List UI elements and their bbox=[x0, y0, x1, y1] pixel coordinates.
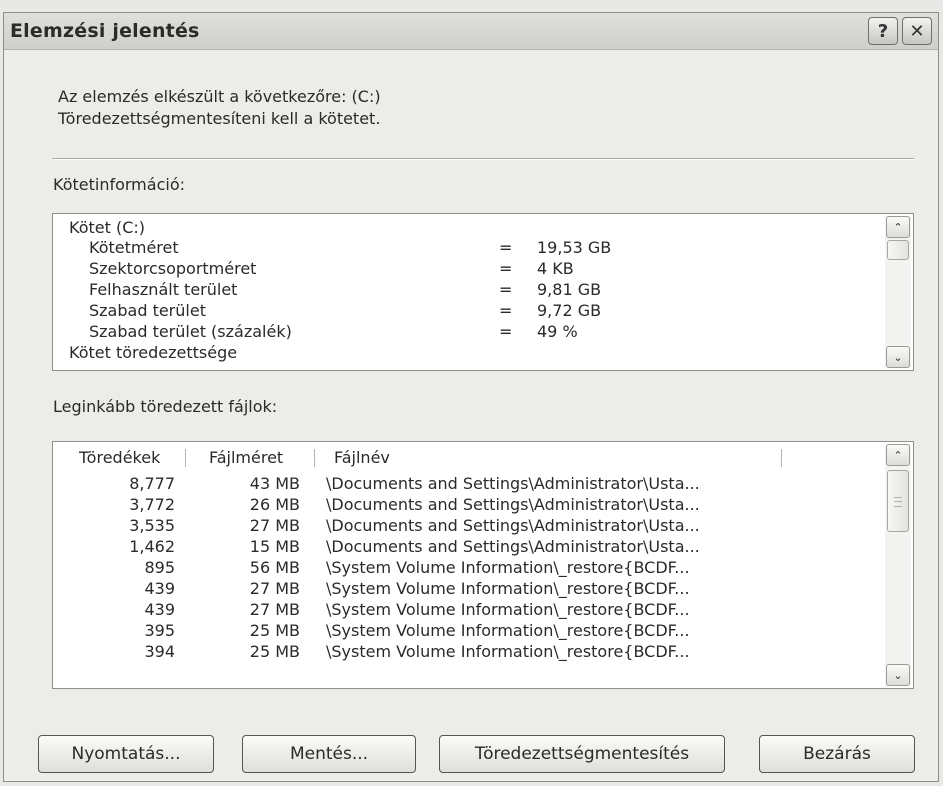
help-icon: ? bbox=[877, 20, 889, 42]
scroll-down-button[interactable]: ⌄ bbox=[886, 664, 910, 686]
fragmented-files-label: Leginkább töredezett fájlok: bbox=[53, 397, 278, 416]
fragments-cell: 1,462 bbox=[129, 537, 175, 556]
analysis-report-dialog: Elemzési jelentés ? ✕ Az elemzés elkészü… bbox=[3, 12, 939, 782]
scroll-up-button[interactable]: ⌃ bbox=[886, 216, 910, 238]
filesize-cell: 25 MB bbox=[249, 621, 300, 640]
filesize-cell: 43 MB bbox=[249, 474, 300, 493]
status-message-line1: Az elemzés elkészült a következőre: (C:) bbox=[58, 87, 381, 106]
filename-cell: \System Volume Information\_restore{BCDF… bbox=[326, 600, 690, 619]
column-header-fragments[interactable]: Töredékek bbox=[79, 444, 160, 472]
fragments-cell: 439 bbox=[144, 600, 175, 619]
filesize-cell: 27 MB bbox=[249, 600, 300, 619]
file-row[interactable]: 1,462 15 MB \Documents and Settings\Admi… bbox=[53, 537, 883, 558]
close-window-button[interactable]: ✕ bbox=[902, 17, 932, 45]
volume-row-eq: = bbox=[499, 280, 513, 299]
filesize-cell: 27 MB bbox=[249, 579, 300, 598]
fragmented-files-list[interactable]: Töredékek Fájlméret Fájlnév 8,777 43 MB … bbox=[52, 441, 914, 689]
volume-info-list[interactable]: Kötet (C:) Kötetméret = 19,53 GB Szektor… bbox=[52, 213, 914, 371]
filesize-cell: 56 MB bbox=[249, 558, 300, 577]
title-bar[interactable]: Elemzési jelentés ? ✕ bbox=[4, 13, 938, 50]
close-button[interactable]: Bezárás bbox=[759, 735, 915, 773]
scroll-thumb[interactable] bbox=[887, 240, 909, 260]
file-row[interactable]: 394 25 MB \System Volume Information\_re… bbox=[53, 642, 883, 663]
help-button[interactable]: ? bbox=[868, 17, 898, 45]
fragments-cell: 394 bbox=[144, 642, 175, 661]
column-divider[interactable] bbox=[185, 449, 187, 467]
file-row[interactable]: 439 27 MB \System Volume Information\_re… bbox=[53, 579, 883, 600]
fragments-cell: 3,772 bbox=[129, 495, 175, 514]
volume-row-label: Szektorcsoportméret bbox=[89, 259, 257, 278]
volume-row-eq: = bbox=[499, 322, 513, 341]
separator bbox=[52, 158, 914, 160]
volume-row-label: Szabad terület (százalék) bbox=[89, 322, 292, 341]
filesize-cell: 27 MB bbox=[249, 516, 300, 535]
volume-row-value: 9,72 GB bbox=[537, 301, 602, 320]
dialog-title: Elemzési jelentés bbox=[10, 20, 200, 42]
filename-cell: \Documents and Settings\Administrator\Us… bbox=[326, 516, 700, 535]
volume-row-value: 4 KB bbox=[537, 259, 574, 278]
volume-row-eq: = bbox=[499, 301, 513, 320]
volume-row-label: Szabad terület bbox=[89, 301, 206, 320]
scroll-thumb[interactable] bbox=[887, 470, 909, 532]
column-divider[interactable] bbox=[781, 449, 783, 467]
scroll-up-button[interactable]: ⌃ bbox=[886, 444, 910, 466]
filename-cell: \System Volume Information\_restore{BCDF… bbox=[326, 642, 690, 661]
filename-cell: \System Volume Information\_restore{BCDF… bbox=[326, 621, 690, 640]
column-header-filename[interactable]: Fájlnév bbox=[334, 444, 390, 472]
chevron-down-icon: ⌄ bbox=[893, 350, 903, 364]
scroll-down-button[interactable]: ⌄ bbox=[886, 346, 910, 368]
files-scrollbar[interactable]: ⌃ ⌄ bbox=[885, 444, 911, 686]
chevron-up-icon: ⌃ bbox=[893, 220, 903, 234]
fragments-cell: 395 bbox=[144, 621, 175, 640]
close-icon: ✕ bbox=[909, 20, 925, 42]
filesize-cell: 26 MB bbox=[249, 495, 300, 514]
volume-row-eq: = bbox=[499, 259, 513, 278]
fragments-cell: 895 bbox=[144, 558, 175, 577]
column-divider[interactable] bbox=[314, 449, 316, 467]
file-row[interactable]: 8,777 43 MB \Documents and Settings\Admi… bbox=[53, 474, 883, 495]
volume-row-value: 9,81 GB bbox=[537, 280, 602, 299]
status-message-line2: Töredezettségmentesíteni kell a kötetet. bbox=[58, 109, 381, 128]
volume-row-label: Kötetméret bbox=[89, 238, 179, 257]
filesize-cell: 15 MB bbox=[249, 537, 300, 556]
grip-icon bbox=[894, 497, 902, 507]
file-row[interactable]: 439 27 MB \System Volume Information\_re… bbox=[53, 600, 883, 621]
volume-scrollbar[interactable]: ⌃ ⌄ bbox=[885, 216, 911, 368]
volume-footer-label: Kötet töredezettsége bbox=[69, 343, 238, 362]
file-row[interactable]: 3,772 26 MB \Documents and Settings\Admi… bbox=[53, 495, 883, 516]
defragment-button[interactable]: Töredezettségmentesítés bbox=[439, 735, 725, 773]
volume-info-label: Kötetinformáció: bbox=[53, 175, 185, 194]
volume-header-label: Kötet (C:) bbox=[69, 218, 146, 237]
file-row[interactable]: 395 25 MB \System Volume Information\_re… bbox=[53, 621, 883, 642]
fragments-cell: 8,777 bbox=[129, 474, 175, 493]
file-row[interactable]: 3,535 27 MB \Documents and Settings\Admi… bbox=[53, 516, 883, 537]
fragments-cell: 3,535 bbox=[129, 516, 175, 535]
filename-cell: \Documents and Settings\Administrator\Us… bbox=[326, 474, 700, 493]
chevron-down-icon: ⌄ bbox=[893, 668, 903, 682]
filename-cell: \System Volume Information\_restore{BCDF… bbox=[326, 579, 690, 598]
volume-row-value: 19,53 GB bbox=[537, 238, 612, 257]
volume-row-eq: = bbox=[499, 238, 513, 257]
filename-cell: \Documents and Settings\Administrator\Us… bbox=[326, 495, 700, 514]
volume-row-value: 49 % bbox=[537, 322, 578, 341]
volume-row-label: Felhasznált terület bbox=[89, 280, 238, 299]
filename-cell: \Documents and Settings\Administrator\Us… bbox=[326, 537, 700, 556]
file-row[interactable]: 895 56 MB \System Volume Information\_re… bbox=[53, 558, 883, 579]
save-button[interactable]: Mentés... bbox=[242, 735, 416, 773]
fragments-cell: 439 bbox=[144, 579, 175, 598]
filename-cell: \System Volume Information\_restore{BCDF… bbox=[326, 558, 690, 577]
print-button[interactable]: Nyomtatás... bbox=[38, 735, 214, 773]
chevron-up-icon: ⌃ bbox=[893, 448, 903, 462]
column-header-filesize[interactable]: Fájlméret bbox=[209, 444, 283, 472]
filesize-cell: 25 MB bbox=[249, 642, 300, 661]
column-header: Töredékek Fájlméret Fájlnév bbox=[55, 444, 883, 472]
